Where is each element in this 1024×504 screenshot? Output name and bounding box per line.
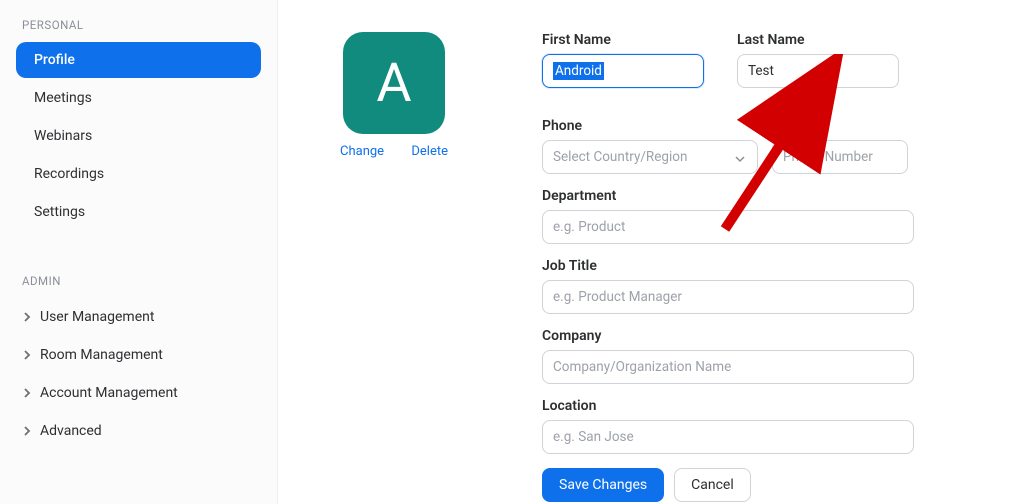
sidebar-item-meetings[interactable]: Meetings — [16, 80, 261, 116]
sidebar-item-recordings[interactable]: Recordings — [16, 156, 261, 192]
chevron-down-icon — [735, 151, 747, 163]
sidebar-item-settings[interactable]: Settings — [16, 194, 261, 230]
department-label: Department — [542, 188, 914, 204]
avatar-change-link[interactable]: Change — [340, 144, 384, 159]
last-name-input[interactable] — [737, 54, 899, 88]
sidebar-item-profile[interactable]: Profile — [16, 42, 261, 78]
chevron-right-icon — [22, 388, 32, 398]
admin-item-room-management[interactable]: Room Management — [16, 336, 261, 374]
sidebar-item-label: Webinars — [34, 128, 92, 144]
chevron-right-icon — [22, 312, 32, 322]
avatar-section: A Change Delete — [340, 32, 448, 159]
admin-item-label: Account Management — [40, 385, 178, 401]
phone-number-input[interactable] — [772, 140, 908, 174]
cancel-button[interactable]: Cancel — [674, 468, 751, 502]
phone-label: Phone — [542, 118, 914, 134]
location-input[interactable] — [542, 420, 914, 454]
admin-item-account-management[interactable]: Account Management — [16, 374, 261, 412]
admin-item-user-management[interactable]: User Management — [16, 298, 261, 336]
avatar-delete-link[interactable]: Delete — [411, 144, 448, 159]
company-input[interactable] — [542, 350, 914, 384]
location-label: Location — [542, 398, 914, 414]
phone-country-placeholder: Select Country/Region — [553, 149, 687, 165]
department-input[interactable] — [542, 210, 914, 244]
first-name-value: Android — [553, 62, 604, 80]
avatar-letter: A — [376, 52, 411, 115]
sidebar-item-webinars[interactable]: Webinars — [16, 118, 261, 154]
sidebar-item-label: Profile — [34, 52, 75, 68]
sidebar-item-label: Settings — [34, 204, 85, 220]
profile-form: First Name Android Last Name Phone Selec… — [542, 32, 914, 502]
chevron-right-icon — [22, 350, 32, 360]
admin-item-label: Advanced — [40, 423, 102, 439]
admin-item-label: Room Management — [40, 347, 163, 363]
sidebar-item-label: Meetings — [34, 90, 92, 106]
job-title-label: Job Title — [542, 258, 914, 274]
admin-header: ADMIN — [22, 274, 261, 288]
admin-item-label: User Management — [40, 309, 154, 325]
personal-header: PERSONAL — [22, 18, 261, 32]
chevron-right-icon — [22, 426, 32, 436]
admin-item-advanced[interactable]: Advanced — [16, 412, 261, 450]
job-title-input[interactable] — [542, 280, 914, 314]
company-label: Company — [542, 328, 914, 344]
main-content: A Change Delete First Name Android Last … — [278, 0, 1024, 504]
first-name-input[interactable]: Android — [542, 54, 704, 88]
avatar[interactable]: A — [343, 32, 445, 134]
phone-country-select[interactable]: Select Country/Region — [542, 140, 758, 174]
last-name-label: Last Name — [737, 32, 914, 48]
sidebar: PERSONAL Profile Meetings Webinars Recor… — [0, 0, 278, 504]
save-button[interactable]: Save Changes — [542, 468, 664, 502]
sidebar-item-label: Recordings — [34, 166, 104, 182]
first-name-label: First Name — [542, 32, 719, 48]
